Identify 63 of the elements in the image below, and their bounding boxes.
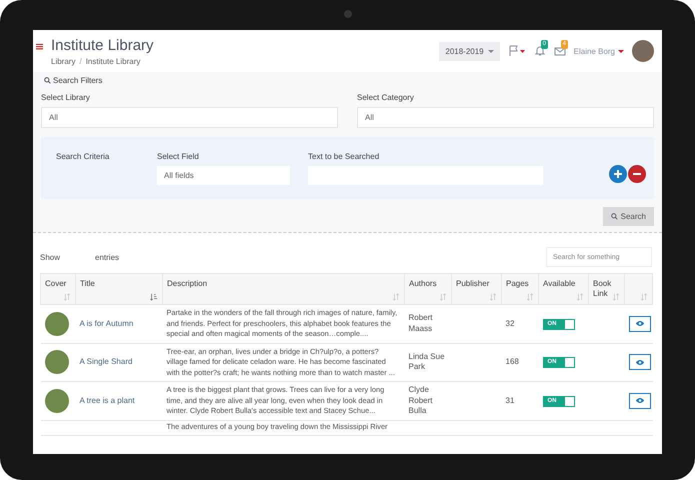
search-icon: [610, 213, 618, 220]
entries-label: entries: [95, 252, 120, 262]
category-select[interactable]: All: [357, 107, 654, 128]
menu-icon[interactable]: [36, 42, 43, 50]
sort-arrows-icon: [439, 293, 447, 301]
field-label: Text to be Searched: [308, 152, 380, 161]
column-header[interactable]: Cover: [40, 274, 76, 304]
field-label: Select Category: [357, 93, 415, 102]
page-title: Institute Library: [51, 36, 154, 54]
book-title-link[interactable]: A is for Autumn: [80, 318, 134, 328]
sort-arrows-icon: [489, 293, 497, 301]
sort-arrows-icon: [392, 293, 400, 301]
eye-icon: [634, 358, 644, 366]
year-dropdown[interactable]: 2018-2019: [439, 42, 500, 60]
user-menu[interactable]: Elaine Borg: [574, 46, 615, 56]
view-button[interactable]: [628, 354, 650, 370]
filters-heading: Search Filters: [53, 76, 102, 85]
column-header[interactable]: Publisher: [452, 274, 502, 304]
sort-arrows-icon: [576, 293, 584, 301]
eye-icon: [634, 320, 644, 328]
author-name: Linda Sue Park: [408, 352, 445, 372]
author-name: Robert Maass: [408, 313, 433, 333]
page-count: 31: [506, 396, 514, 404]
column-header[interactable]: Authors: [404, 274, 452, 304]
search-icon: [44, 77, 51, 84]
view-button[interactable]: [628, 316, 650, 332]
library-select[interactable]: All: [41, 107, 338, 128]
breadcrumb-link[interactable]: Library: [51, 56, 76, 66]
avatar[interactable]: [632, 40, 654, 62]
eye-icon: [634, 397, 644, 404]
view-button[interactable]: [628, 392, 650, 409]
book-title-link[interactable]: A Single Shard: [80, 357, 132, 366]
cover-photo-placeholder: [44, 388, 68, 413]
column-header[interactable]: Available: [538, 274, 588, 304]
breadcrumb-separator: /: [79, 56, 82, 66]
column-header[interactable]: Title: [76, 274, 162, 304]
page-count: 32: [506, 318, 514, 328]
bell-icon[interactable]: [534, 45, 546, 57]
book-title-link[interactable]: A tree is a plant: [80, 396, 135, 404]
camera-icon: [344, 10, 352, 18]
field-label: Select Field: [157, 152, 200, 161]
field-label: Select Library: [41, 93, 91, 102]
caret-icon[interactable]: [618, 50, 624, 52]
cover-photo-placeholder: [44, 312, 68, 336]
sort-arrows-icon: [640, 293, 648, 301]
criteria-label: Search Criteria: [56, 152, 110, 161]
column-header[interactable]: Description: [162, 274, 404, 304]
column-header[interactable]: Book Link: [588, 274, 624, 304]
sort-arrows-icon: [526, 293, 534, 301]
search-button[interactable]: Search: [602, 207, 654, 226]
show-label: Show: [40, 252, 60, 262]
sort-arrows-icon: [612, 293, 620, 301]
envelope-icon[interactable]: [554, 45, 566, 57]
cover-photo-placeholder: [44, 350, 68, 374]
remove-icon[interactable]: [628, 165, 646, 183]
add-icon[interactable]: [609, 165, 627, 183]
page-count: 168: [506, 357, 519, 366]
author-name: Clyde Robert Bulla: [408, 385, 433, 415]
field-select[interactable]: All fields: [157, 166, 290, 185]
sort-ascending-icon: [150, 293, 158, 301]
sort-arrows-icon: [63, 293, 71, 301]
column-header[interactable]: Pages: [502, 274, 538, 304]
flag-icon[interactable]: [508, 45, 526, 57]
